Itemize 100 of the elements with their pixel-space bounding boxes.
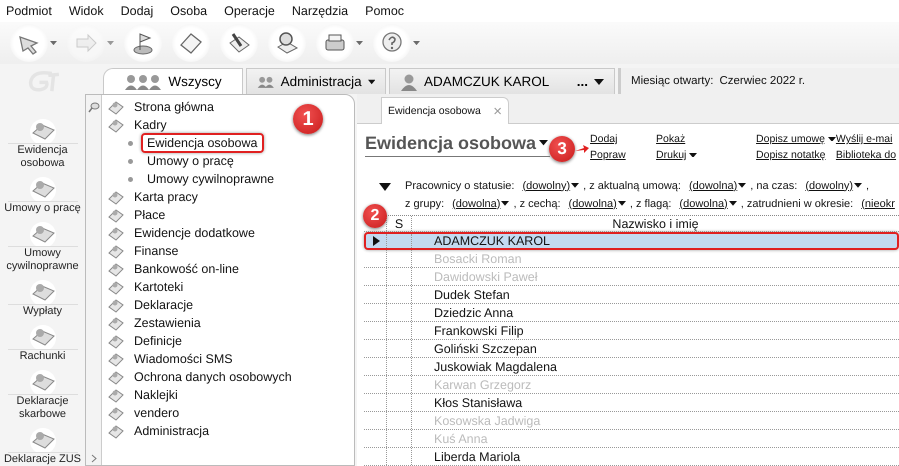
table-row[interactable]: Kłos Stanisława bbox=[364, 394, 899, 412]
table-cell: Kłos Stanisława bbox=[434, 396, 522, 410]
tree-item[interactable]: Wiadomości SMS bbox=[128, 349, 239, 369]
tree-item[interactable]: Zestawienia bbox=[128, 313, 207, 333]
row-pointer-icon bbox=[372, 236, 380, 246]
tree-item[interactable]: Kartoteki bbox=[128, 277, 190, 297]
filter-label: , na czas: bbox=[750, 180, 798, 192]
filter-dropdown[interactable]: (dowolna) bbox=[568, 198, 626, 210]
tree-item[interactable]: Bankowość on-line bbox=[128, 259, 245, 279]
bullet-icon bbox=[128, 176, 133, 182]
tree-item[interactable]: Finanse bbox=[128, 241, 184, 261]
caret-icon bbox=[539, 140, 548, 146]
step-number-badge: 2 bbox=[363, 204, 387, 228]
filter-icon bbox=[379, 183, 391, 191]
caret-icon bbox=[618, 201, 626, 206]
table-cell: Dziedzic Anna bbox=[434, 306, 514, 320]
person-icon bbox=[400, 72, 418, 90]
table-cell: Liberda Mariola bbox=[434, 450, 520, 464]
table-row[interactable]: Liberda Mariola bbox=[364, 448, 899, 466]
table-row[interactable]: Dziedzic Anna bbox=[364, 304, 899, 322]
people-icon bbox=[124, 72, 162, 90]
table-cell: Frankowski Filip bbox=[434, 324, 524, 338]
nav-item[interactable]: Deklaracje ZUS bbox=[0, 426, 84, 466]
action-link[interactable]: Popraw bbox=[590, 148, 626, 162]
nav-item[interactable]: Umowy cywilnoprawne bbox=[0, 220, 84, 273]
table-cell: Dudek Stefan bbox=[434, 288, 510, 302]
tree-item[interactable]: Płace bbox=[128, 205, 172, 225]
brush-icon bbox=[227, 31, 251, 55]
nav-item[interactable]: Ewidencja osobowa bbox=[0, 117, 84, 170]
sheet-icon bbox=[179, 31, 203, 55]
table-row[interactable]: ADAMCZUK KAROL bbox=[364, 232, 899, 250]
caret-icon bbox=[728, 201, 737, 206]
tab[interactable]: ADAMCZUK KAROL ... bbox=[389, 68, 615, 94]
table-cell: Dawidowski Paweł bbox=[434, 270, 538, 284]
caret-icon bbox=[738, 183, 746, 188]
action-link[interactable]: Dodaj bbox=[590, 132, 618, 146]
tree-item[interactable]: Ochrona danych osobowych bbox=[128, 367, 298, 387]
tab-label: Ewidencja osobowa bbox=[388, 105, 481, 117]
filter-label: , z cechą: bbox=[513, 198, 561, 210]
document-tab[interactable]: Ewidencja osobowa × bbox=[381, 97, 509, 124]
arrow-icon bbox=[74, 31, 98, 55]
filter-label: Pracownicy o statusie: bbox=[405, 180, 514, 192]
filter-label: , bbox=[866, 180, 870, 192]
tree-item[interactable]: Administracja bbox=[128, 421, 216, 441]
flag-icon bbox=[131, 31, 155, 55]
column-header: Nazwisko i imię bbox=[611, 216, 700, 231]
tree-item[interactable]: Deklaracje bbox=[128, 295, 200, 315]
menu-item[interactable]: Operacje bbox=[224, 4, 275, 18]
table-cell: Goliński Szczepan bbox=[434, 342, 537, 356]
table-row[interactable]: Goliński Szczepan bbox=[364, 340, 899, 358]
menu-item[interactable]: Dodaj bbox=[120, 4, 154, 18]
caret-icon bbox=[854, 183, 862, 188]
tree-item[interactable]: Kadry bbox=[128, 115, 173, 135]
action-link[interactable]: Pokaż bbox=[656, 132, 686, 146]
menu-item[interactable]: Narzędzia bbox=[292, 4, 348, 18]
tree-item[interactable]: Karta pracy bbox=[128, 187, 204, 207]
action-link[interactable]: Dopisz notatkę bbox=[756, 148, 826, 162]
menu-item[interactable]: Osoba bbox=[170, 4, 208, 18]
menu-item[interactable]: Podmiot bbox=[6, 4, 52, 18]
filter-label: , z aktualną umową: bbox=[583, 180, 681, 192]
tree-item[interactable]: Umowy cywilnoprawne bbox=[141, 169, 280, 189]
action-link[interactable]: Biblioteka do bbox=[836, 148, 896, 162]
action-link[interactable]: Drukuj bbox=[656, 148, 698, 162]
filter-dropdown[interactable]: (dowolna) bbox=[452, 198, 510, 210]
table-row[interactable]: Dudek Stefan bbox=[364, 286, 899, 304]
page-title: Ewidencja osobowa bbox=[365, 132, 536, 154]
nav-item[interactable]: Rachunki bbox=[0, 323, 84, 363]
step-number-badge: 1 bbox=[293, 104, 323, 134]
filter-dropdown[interactable]: (nieokr bbox=[861, 198, 895, 210]
tree-item[interactable]: Ewidencje dodatkowe bbox=[128, 223, 261, 243]
nav-item[interactable]: Deklaracje skarbowe bbox=[0, 368, 84, 421]
tree-item[interactable]: vendero bbox=[128, 403, 186, 423]
table-row[interactable]: Juskowiak Magdalena bbox=[364, 358, 899, 376]
table-cell: ADAMCZUK KAROL bbox=[434, 234, 550, 248]
filter-dropdown[interactable]: (dowolny) bbox=[805, 180, 862, 192]
table-cell: Kosowska Jadwiga bbox=[434, 414, 540, 428]
action-link[interactable]: Wyślij e-mai bbox=[836, 132, 892, 146]
tree-item[interactable]: Ewidencja osobowa bbox=[141, 133, 264, 153]
caret-icon bbox=[571, 183, 580, 188]
more-text: ... bbox=[576, 74, 588, 89]
filter-dropdown[interactable]: (dowolna) bbox=[679, 198, 737, 210]
nav-item[interactable]: Wypłaty bbox=[0, 278, 84, 318]
tree-item[interactable]: Definicje bbox=[128, 331, 188, 351]
menu-item[interactable]: Pomoc bbox=[365, 4, 404, 18]
tree-item[interactable]: Strona główna bbox=[128, 97, 220, 117]
menu-item[interactable]: Widok bbox=[68, 4, 104, 18]
filter-label: , zatrudnieni w okresie: bbox=[740, 198, 854, 210]
nav-item[interactable]: Umowy o pracę bbox=[0, 175, 84, 215]
tab[interactable]: Administracja bbox=[246, 68, 386, 94]
table-row[interactable]: Frankowski Filip bbox=[364, 322, 899, 340]
caret-icon bbox=[501, 201, 510, 206]
tree-item[interactable]: Naklejki bbox=[128, 385, 184, 405]
action-link[interactable]: Dopisz umowę bbox=[756, 132, 836, 146]
tab[interactable]: Wszyscy bbox=[103, 68, 243, 94]
filter-dropdown[interactable]: (dowolny) bbox=[522, 180, 580, 192]
bullet-icon bbox=[128, 140, 133, 146]
chevron-icon bbox=[90, 454, 96, 463]
tree-item[interactable]: Umowy o pracę bbox=[141, 151, 240, 171]
filter-dropdown[interactable]: (dowolna) bbox=[688, 180, 746, 192]
month-label: Miesiąc otwarty: bbox=[631, 75, 714, 87]
